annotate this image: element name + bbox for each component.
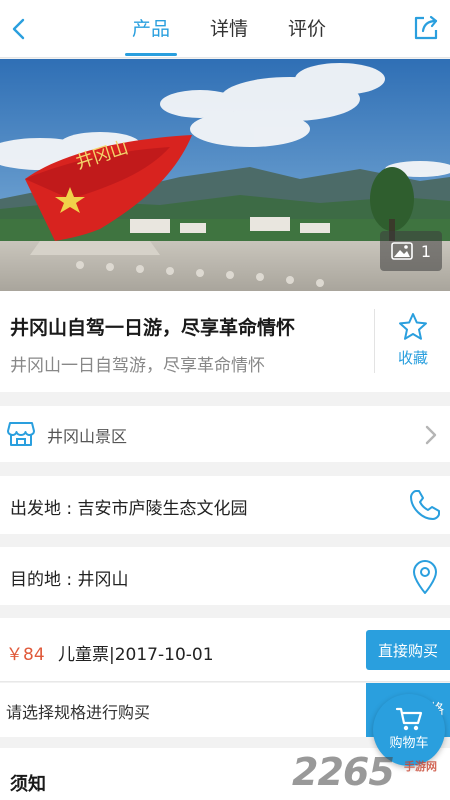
top-nav-bar: 产品 详情 评价: [0, 0, 450, 58]
hero-image[interactable]: 井冈山 1: [0, 59, 450, 291]
scenic-area-row[interactable]: 井冈山景区: [0, 406, 450, 462]
share-icon[interactable]: [412, 14, 440, 42]
spec-prompt: 请选择规格进行购买: [6, 703, 151, 722]
gallery-badge[interactable]: 1: [380, 231, 442, 271]
tab-details[interactable]: 详情: [190, 0, 268, 58]
departure-row: 出发地 : 吉安市庐陵生态文化园: [0, 476, 450, 534]
destination-text: 目的地 : 井冈山: [10, 570, 129, 590]
ticket-row: ￥84 儿童票|2017-10-01 直接购买: [0, 618, 450, 682]
cart-label: 购物车: [389, 736, 429, 751]
buy-now-button[interactable]: 直接购买: [366, 630, 450, 670]
favorite-label: 收藏: [397, 349, 428, 367]
watermark-number: 2265: [292, 750, 395, 794]
ticket-price: ￥84: [6, 645, 45, 665]
tab-product[interactable]: 产品: [112, 0, 190, 58]
star-icon: [399, 313, 427, 340]
scenic-area-label: 井冈山景区: [47, 427, 128, 446]
product-title: 井冈山自驾一日游，尽享革命情怀: [10, 317, 296, 339]
ticket-name: 儿童票|2017-10-01: [58, 645, 214, 665]
tab-reviews[interactable]: 评价: [268, 0, 346, 58]
product-subtitle: 井冈山一日自驾游，尽享革命情怀: [10, 356, 265, 376]
gallery-count: 1: [420, 241, 432, 261]
shop-icon: [7, 422, 35, 446]
notice-title: 须知: [10, 774, 46, 795]
divider: [374, 309, 375, 373]
chevron-right-icon: [425, 425, 437, 445]
tab-bar: 产品 详情 评价: [112, 0, 346, 58]
watermark-suffix: 手游网: [404, 760, 437, 773]
watermark-logo: 2265 手游网: [292, 750, 450, 800]
departure-text: 出发地 : 吉安市庐陵生态文化园: [10, 499, 248, 519]
image-icon: [391, 242, 413, 260]
favorite-button[interactable]: 收藏: [376, 309, 450, 373]
chevron-left-icon[interactable]: [6, 14, 32, 44]
cart-icon: [395, 707, 423, 731]
phone-icon[interactable]: [408, 488, 442, 522]
location-pin-icon[interactable]: [410, 559, 440, 595]
product-title-card: 井冈山自驾一日游，尽享革命情怀 井冈山一日自驾游，尽享革命情怀 收藏: [0, 291, 450, 392]
app-screen: 产品 详情 评价 井冈山 1 井冈山自驾一日游，尽享革命情怀 井冈山一日自驾游，…: [0, 0, 450, 800]
destination-row: 目的地 : 井冈山: [0, 547, 450, 605]
